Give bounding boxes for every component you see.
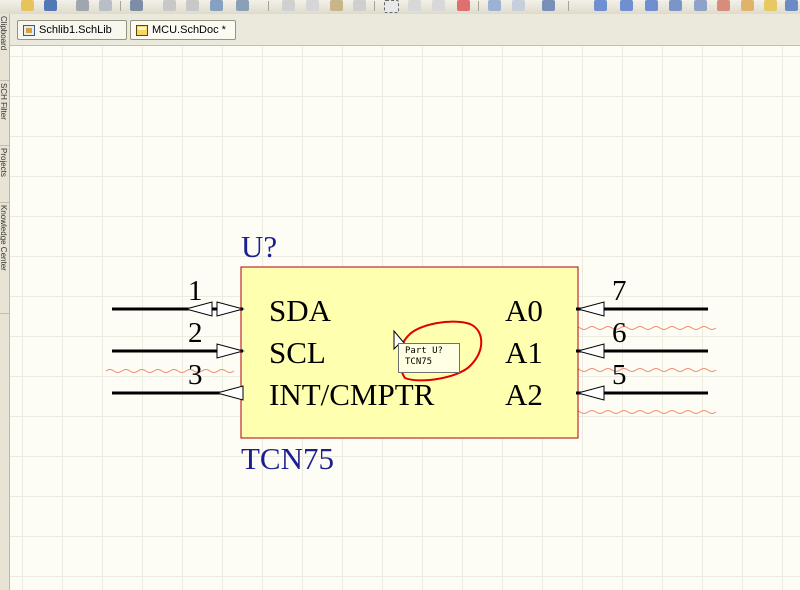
pin-2-number: 2 bbox=[188, 317, 203, 349]
bus-entry-icon[interactable] bbox=[645, 0, 658, 11]
toolbar-separator bbox=[374, 1, 375, 11]
place-part-icon[interactable] bbox=[764, 0, 777, 11]
pin-6[interactable] bbox=[576, 343, 708, 359]
select-icon[interactable] bbox=[432, 0, 445, 11]
wire-icon[interactable] bbox=[594, 0, 607, 11]
toolbar-separator bbox=[478, 1, 479, 11]
schdoc-icon bbox=[136, 24, 148, 36]
save-icon[interactable] bbox=[44, 0, 57, 11]
pin-1-number: 1 bbox=[188, 275, 203, 307]
gnd-port-icon[interactable] bbox=[694, 0, 707, 11]
move-icon[interactable] bbox=[408, 0, 421, 11]
rubber-stamp-icon[interactable] bbox=[353, 0, 366, 11]
tab-mcu-schdoc[interactable]: MCU.SchDoc * bbox=[130, 20, 236, 40]
pin-7-name: A0 bbox=[505, 293, 543, 328]
side-tab-sch-filter[interactable]: SCH Filter bbox=[0, 81, 9, 146]
select-area-icon[interactable] bbox=[384, 0, 399, 13]
side-panel-bar: Clipboard SCH Filter Projects Knowledge … bbox=[0, 14, 10, 590]
toolbar-separator bbox=[568, 1, 569, 11]
cut-icon[interactable] bbox=[282, 0, 295, 11]
browse-icon[interactable] bbox=[210, 0, 223, 11]
zoom-selected-icon[interactable] bbox=[186, 0, 199, 11]
side-tab-label: Clipboard bbox=[0, 16, 8, 51]
tooltip-line-2: TCN75 bbox=[405, 357, 433, 367]
toolbar-separator bbox=[268, 1, 269, 11]
tab-label: MCU.SchDoc * bbox=[152, 24, 226, 36]
pin-2-name: SCL bbox=[269, 335, 326, 370]
toolbar bbox=[0, 0, 800, 15]
net-label-icon[interactable] bbox=[669, 0, 682, 11]
schlib-icon bbox=[23, 24, 35, 36]
component-comment[interactable]: TCN75 bbox=[241, 441, 334, 476]
redo-icon[interactable] bbox=[512, 0, 525, 11]
sheet-symbol-icon[interactable] bbox=[785, 0, 798, 11]
schematic-drawing: 1 2 3 7 6 5 SDA SCL INT/CMPTR A0 A1 A2 U… bbox=[105, 229, 717, 476]
side-tab-clipboard[interactable]: Clipboard bbox=[0, 14, 9, 81]
pin-7-number: 7 bbox=[612, 275, 627, 307]
error-squiggle bbox=[105, 369, 235, 373]
pin-2[interactable] bbox=[112, 343, 245, 359]
print-preview-icon[interactable] bbox=[99, 0, 112, 11]
pin-6-number: 6 bbox=[612, 317, 627, 349]
pin-6-name: A1 bbox=[505, 335, 543, 370]
tab-schlib[interactable]: Schlib1.SchLib bbox=[17, 20, 127, 40]
side-tab-projects[interactable]: Projects bbox=[0, 146, 9, 203]
vcc-port-icon[interactable] bbox=[717, 0, 730, 11]
side-tab-label: Knowledge Center bbox=[0, 205, 8, 271]
open-folder-icon[interactable] bbox=[21, 0, 34, 11]
paste-icon[interactable] bbox=[330, 0, 343, 11]
undo-icon[interactable] bbox=[488, 0, 501, 11]
copy-icon[interactable] bbox=[306, 0, 319, 11]
pin-5[interactable] bbox=[576, 385, 708, 401]
side-tab-knowledge-center[interactable]: Knowledge Center bbox=[0, 203, 9, 314]
pin-3[interactable] bbox=[112, 385, 244, 401]
deselect-icon[interactable] bbox=[457, 0, 470, 11]
schematic-canvas[interactable]: 1 2 3 7 6 5 SDA SCL INT/CMPTR A0 A1 A2 U… bbox=[10, 46, 800, 590]
pin-3-name: INT/CMPTR bbox=[269, 377, 435, 412]
print-icon[interactable] bbox=[76, 0, 89, 11]
error-squiggle bbox=[571, 326, 717, 330]
document-tab-bar: Schlib1.SchLib MCU.SchDoc * bbox=[10, 14, 800, 46]
hierarchy-icon[interactable] bbox=[542, 0, 555, 11]
side-tab-label: Projects bbox=[0, 148, 8, 177]
pin-5-number: 5 bbox=[612, 359, 627, 391]
toolbar-separator bbox=[120, 1, 121, 11]
pin-3-number: 3 bbox=[188, 359, 203, 391]
part-tooltip: Part U? TCN75 bbox=[398, 343, 460, 373]
side-tab-label: SCH Filter bbox=[0, 83, 8, 120]
tooltip-line-1: Part U? bbox=[405, 346, 443, 356]
dropdown-tool-icon[interactable] bbox=[236, 0, 249, 11]
power-port-icon[interactable] bbox=[741, 0, 754, 11]
pin-1[interactable] bbox=[112, 301, 245, 317]
compile-icon[interactable] bbox=[130, 0, 143, 11]
pin-1-name: SDA bbox=[269, 293, 332, 328]
bus-icon[interactable] bbox=[620, 0, 633, 11]
pin-7[interactable] bbox=[576, 301, 708, 317]
zoom-area-icon[interactable] bbox=[163, 0, 176, 11]
pin-5-name: A2 bbox=[505, 377, 543, 412]
tab-label: Schlib1.SchLib bbox=[39, 24, 112, 36]
component-designator[interactable]: U? bbox=[241, 229, 277, 264]
error-squiggle bbox=[571, 410, 717, 414]
error-squiggle bbox=[571, 368, 717, 372]
